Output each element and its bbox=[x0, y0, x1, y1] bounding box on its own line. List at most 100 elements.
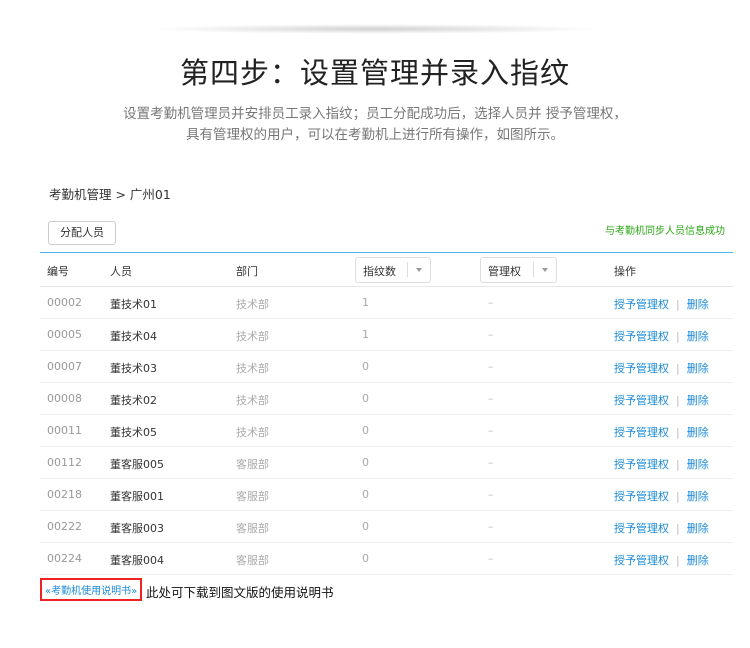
cell-person: 董客服003 bbox=[110, 522, 164, 535]
grant-admin-link[interactable]: 授予管理权 bbox=[614, 298, 669, 311]
cell-ops: 授予管理权 | 删除 bbox=[614, 552, 709, 568]
delete-link[interactable]: 删除 bbox=[687, 330, 709, 343]
table-row: 00224 董客服004 客服部 0 – 授予管理权 | 删除 bbox=[40, 543, 733, 575]
cell-person: 董客服001 bbox=[110, 490, 164, 503]
cell-dept: 客服部 bbox=[236, 554, 269, 567]
page-description: 设置考勤机管理员并安排员工录入指纹；员工分配成功后，选择人员并 授予管理权， 具… bbox=[60, 104, 690, 146]
table-row: 00011 董技术05 技术部 0 – 授予管理权 | 删除 bbox=[40, 415, 733, 447]
delete-link[interactable]: 删除 bbox=[687, 458, 709, 471]
cell-dept: 客服部 bbox=[236, 490, 269, 503]
cell-fingerprints: 0 bbox=[362, 520, 369, 533]
grant-admin-link[interactable]: 授予管理权 bbox=[614, 554, 669, 567]
cell-id: 00005 bbox=[47, 328, 82, 341]
table-row: 00112 董客服005 客服部 0 – 授予管理权 | 删除 bbox=[40, 447, 733, 479]
delete-link[interactable]: 删除 bbox=[687, 298, 709, 311]
cell-dept: 技术部 bbox=[236, 394, 269, 407]
cell-id: 00224 bbox=[47, 552, 82, 565]
table-row: 00222 董客服003 客服部 0 – 授予管理权 | 删除 bbox=[40, 511, 733, 543]
delete-link[interactable]: 删除 bbox=[687, 522, 709, 535]
cell-fingerprints: 1 bbox=[362, 328, 369, 341]
grant-admin-link[interactable]: 授予管理权 bbox=[614, 426, 669, 439]
top-shadow bbox=[150, 24, 600, 34]
delete-link[interactable]: 删除 bbox=[687, 426, 709, 439]
ops-divider: | bbox=[676, 490, 680, 503]
cell-admin: – bbox=[488, 424, 494, 437]
cell-id: 00112 bbox=[47, 456, 82, 469]
fingerprint-filter-dropdown[interactable]: 指纹数 bbox=[355, 257, 431, 283]
table-row: 00002 董技术01 技术部 1 – 授予管理权 | 删除 bbox=[40, 287, 733, 319]
cell-fingerprints: 1 bbox=[362, 296, 369, 309]
cell-ops: 授予管理权 | 删除 bbox=[614, 488, 709, 504]
delete-link[interactable]: 删除 bbox=[687, 362, 709, 375]
table-row: 00007 董技术03 技术部 0 – 授予管理权 | 删除 bbox=[40, 351, 733, 383]
ops-divider: | bbox=[676, 362, 680, 375]
table-row: 00008 董技术02 技术部 0 – 授予管理权 | 删除 bbox=[40, 383, 733, 415]
cell-ops: 授予管理权 | 删除 bbox=[614, 360, 709, 376]
cell-admin: – bbox=[488, 360, 494, 373]
cell-admin: – bbox=[488, 392, 494, 405]
cell-id: 00011 bbox=[47, 424, 82, 437]
grant-admin-link[interactable]: 授予管理权 bbox=[614, 394, 669, 407]
cell-id: 00218 bbox=[47, 488, 82, 501]
cell-person: 董技术03 bbox=[110, 362, 157, 375]
cell-ops: 授予管理权 | 删除 bbox=[614, 392, 709, 408]
cell-ops: 授予管理权 | 删除 bbox=[614, 456, 709, 472]
admin-filter-dropdown[interactable]: 管理权 bbox=[480, 257, 557, 283]
sync-success-message: 与考勤机同步人员信息成功 bbox=[605, 226, 725, 237]
cell-person: 董技术05 bbox=[110, 426, 157, 439]
cell-admin: – bbox=[488, 520, 494, 533]
cell-id: 00007 bbox=[47, 360, 82, 373]
cell-person: 董客服005 bbox=[110, 458, 164, 471]
delete-link[interactable]: 删除 bbox=[687, 394, 709, 407]
delete-link[interactable]: 删除 bbox=[687, 490, 709, 503]
column-header-fingerprints: 指纹数 bbox=[363, 265, 396, 278]
column-header-admin: 管理权 bbox=[488, 265, 521, 278]
cell-fingerprints: 0 bbox=[362, 552, 369, 565]
column-header-ops: 操作 bbox=[614, 265, 636, 278]
cell-ops: 授予管理权 | 删除 bbox=[614, 520, 709, 536]
grant-admin-link[interactable]: 授予管理权 bbox=[614, 362, 669, 375]
cell-admin: – bbox=[488, 488, 494, 501]
cell-id: 00222 bbox=[47, 520, 82, 533]
grant-admin-link[interactable]: 授予管理权 bbox=[614, 330, 669, 343]
ops-divider: | bbox=[676, 394, 680, 407]
cell-dept: 技术部 bbox=[236, 298, 269, 311]
cell-fingerprints: 0 bbox=[362, 392, 369, 405]
cell-fingerprints: 0 bbox=[362, 424, 369, 437]
breadcrumb: 考勤机管理 > 广州01 bbox=[49, 187, 171, 202]
table-header: 编号 人员 部门 指纹数 管理权 操作 bbox=[40, 252, 733, 287]
cell-dept: 客服部 bbox=[236, 458, 269, 471]
grant-admin-link[interactable]: 授予管理权 bbox=[614, 490, 669, 503]
table-row: 00005 董技术04 技术部 1 – 授予管理权 | 删除 bbox=[40, 319, 733, 351]
cell-ops: 授予管理权 | 删除 bbox=[614, 328, 709, 344]
grant-admin-link[interactable]: 授予管理权 bbox=[614, 522, 669, 535]
grant-admin-link[interactable]: 授予管理权 bbox=[614, 458, 669, 471]
cell-id: 00002 bbox=[47, 296, 82, 309]
table-row: 00218 董客服001 客服部 0 – 授予管理权 | 删除 bbox=[40, 479, 733, 511]
column-header-person: 人员 bbox=[110, 265, 132, 278]
manual-download-hint: 此处可下载到图文版的使用说明书 bbox=[146, 585, 334, 600]
cell-admin: – bbox=[488, 456, 494, 469]
cell-dept: 技术部 bbox=[236, 362, 269, 375]
ops-divider: | bbox=[676, 426, 680, 439]
dropdown-separator bbox=[407, 262, 408, 277]
cell-admin: – bbox=[488, 552, 494, 565]
cell-admin: – bbox=[488, 296, 494, 309]
delete-link[interactable]: 删除 bbox=[687, 554, 709, 567]
ops-divider: | bbox=[676, 458, 680, 471]
cell-fingerprints: 0 bbox=[362, 360, 369, 373]
assign-staff-button[interactable]: 分配人员 bbox=[48, 221, 116, 245]
cell-fingerprints: 0 bbox=[362, 488, 369, 501]
ops-divider: | bbox=[676, 522, 680, 535]
ops-divider: | bbox=[676, 298, 680, 311]
cell-person: 董客服004 bbox=[110, 554, 164, 567]
cell-ops: 授予管理权 | 删除 bbox=[614, 296, 709, 312]
manual-download-link[interactable]: «考勤机使用说明书» bbox=[40, 578, 143, 601]
cell-dept: 客服部 bbox=[236, 522, 269, 535]
cell-admin: – bbox=[488, 328, 494, 341]
cell-person: 董技术02 bbox=[110, 394, 157, 407]
description-line-1: 设置考勤机管理员并安排员工录入指纹；员工分配成功后，选择人员并 授予管理权， bbox=[123, 106, 627, 122]
page-title: 第四步：设置管理并录入指纹 bbox=[179, 56, 570, 90]
cell-fingerprints: 0 bbox=[362, 456, 369, 469]
dropdown-separator bbox=[533, 262, 534, 277]
